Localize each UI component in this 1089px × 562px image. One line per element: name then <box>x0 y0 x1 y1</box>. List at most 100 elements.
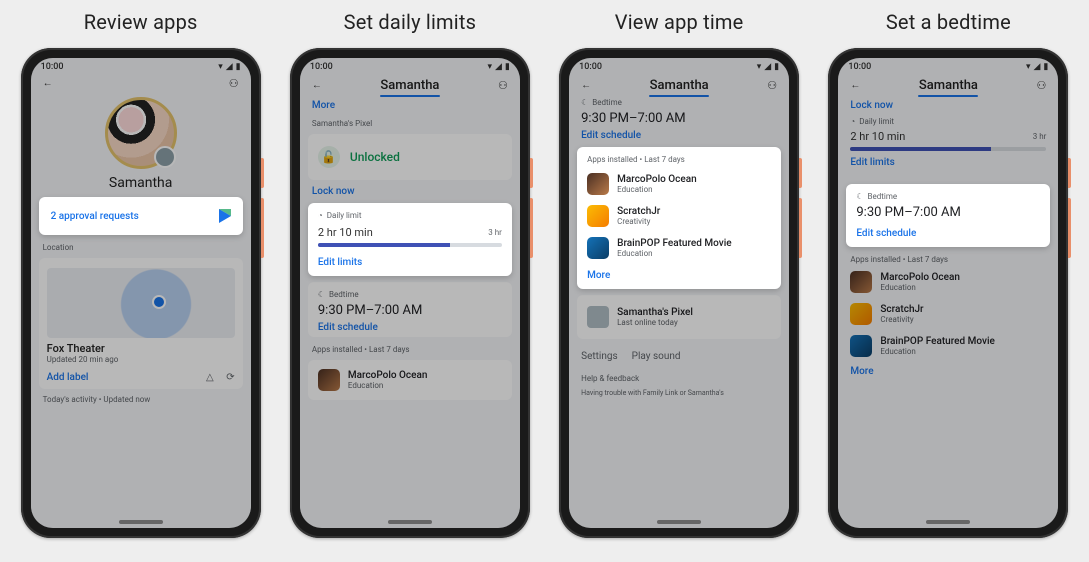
apps-installed-label: Apps installed • Last 7 days <box>312 345 508 354</box>
volume-button[interactable] <box>799 198 802 258</box>
person-add-icon[interactable]: ⚇ <box>767 80 777 91</box>
play-sound-link[interactable]: Play sound <box>632 351 681 362</box>
approval-requests-card[interactable]: 2 approval requests <box>39 197 243 235</box>
edit-limits-link[interactable]: Edit limits <box>850 157 1046 168</box>
app-category: Education <box>617 185 697 194</box>
status-bar: 10:00 ▾◢▮ <box>569 58 789 72</box>
battery-icon: ▮ <box>236 62 241 72</box>
bedtime-card[interactable]: ☾Bedtime 9:30 PM–7:00 AM Edit schedule <box>846 184 1050 247</box>
power-button[interactable] <box>530 158 533 188</box>
col-title: View app time <box>615 10 744 34</box>
app-name: BrainPOP Featured Movie <box>880 336 995 347</box>
status-time: 10:00 <box>310 62 333 72</box>
screen: 10:00 ▾◢▮ ← Samantha ⚇ More Samantha's P… <box>300 58 520 528</box>
app-item-marco[interactable]: MarcoPolo OceanEducation <box>587 168 771 200</box>
volume-button[interactable] <box>530 198 533 258</box>
edit-schedule-link[interactable]: Edit schedule <box>856 228 1040 239</box>
bedtime-card[interactable]: ☾Bedtime 9:30 PM–7:00 AM Edit schedule <box>308 282 512 337</box>
app-item-scratchjr[interactable]: ScratchJrCreativity <box>587 200 771 232</box>
child-avatar[interactable] <box>105 97 177 169</box>
back-icon[interactable]: ← <box>850 81 860 91</box>
home-indicator[interactable] <box>119 520 163 524</box>
appbar-title: Samantha <box>650 78 709 93</box>
app-item-brainpop[interactable]: BrainPOP Featured MovieEducation <box>587 232 771 264</box>
power-button[interactable] <box>261 158 264 188</box>
map-preview[interactable] <box>47 268 235 338</box>
home-indicator[interactable] <box>657 520 701 524</box>
location-card[interactable]: Fox Theater Updated 20 min ago Add label… <box>39 258 243 389</box>
lock-now-link[interactable]: Lock now <box>312 186 508 197</box>
lock-now-link[interactable]: Lock now <box>850 100 1046 111</box>
daily-limit-label: ◔Daily limit <box>850 117 1046 126</box>
location-label: Location <box>43 243 239 252</box>
refresh-icon[interactable]: ⟳ <box>226 373 234 383</box>
person-add-icon[interactable]: ⚇ <box>1036 80 1046 91</box>
device-card[interactable]: 🔓 Unlocked <box>308 134 512 180</box>
app-name: MarcoPolo Ocean <box>880 272 960 283</box>
column-view-app-time: View app time 10:00 ▾◢▮ ← Samantha ⚇ ☾Be… <box>554 10 804 538</box>
status-time: 10:00 <box>848 62 871 72</box>
device-status-card[interactable]: Samantha's PixelLast online today <box>577 295 781 339</box>
limit-max: 3 hr <box>488 228 502 237</box>
power-button[interactable] <box>799 158 802 188</box>
power-button[interactable] <box>1068 158 1071 188</box>
signal-icon: ◢ <box>226 62 233 72</box>
daily-limit-card[interactable]: ◔Daily limit 2 hr 10 min 3 hr Edit limit… <box>308 203 512 276</box>
bedtime-value: 9:30 PM–7:00 AM <box>581 111 777 126</box>
bedtime-label: ☾Bedtime <box>581 98 777 107</box>
app-icon <box>318 369 340 391</box>
more-link[interactable]: More <box>850 366 1046 377</box>
app-icon <box>587 173 609 195</box>
status-icons: ▾◢▮ <box>1023 62 1048 72</box>
tab-indicator <box>300 95 520 98</box>
add-label-link[interactable]: Add label <box>47 372 89 383</box>
edit-schedule-link[interactable]: Edit schedule <box>318 322 502 333</box>
bell-icon[interactable]: △ <box>206 373 214 383</box>
home-indicator[interactable] <box>926 520 970 524</box>
moon-icon: ☾ <box>581 98 588 107</box>
app-icon <box>850 271 872 293</box>
volume-button[interactable] <box>261 198 264 258</box>
edit-limits-link[interactable]: Edit limits <box>318 257 502 268</box>
col-title: Set a bedtime <box>886 10 1011 34</box>
home-indicator[interactable] <box>388 520 432 524</box>
back-icon[interactable]: ← <box>312 81 322 91</box>
app-item-marco[interactable]: MarcoPolo OceanEducation <box>850 266 1046 298</box>
col-title: Set daily limits <box>344 10 477 34</box>
phone-frame: 10:00 ▾◢▮ ← Samantha ⚇ Lock now ◔Daily l… <box>828 48 1068 538</box>
status-time: 10:00 <box>41 62 64 72</box>
column-daily-limits: Set daily limits 10:00 ▾◢▮ ← Samantha ⚇ … <box>285 10 535 538</box>
limit-value: 2 hr 10 min <box>850 130 905 143</box>
phone-frame: 10:00 ▾◢▮ ← ⚇ Samantha 2 approval reques… <box>21 48 261 538</box>
status-icons: ▾◢▮ <box>215 62 240 72</box>
apps-installed-label: Apps installed • Last 7 days <box>850 255 1046 264</box>
settings-link[interactable]: Settings <box>581 351 618 362</box>
last-online: Last online today <box>617 318 693 327</box>
unlock-icon: 🔓 <box>318 146 340 168</box>
more-link[interactable]: More <box>312 100 508 111</box>
column-review-apps: Review apps 10:00 ▾◢▮ ← ⚇ Samantha 2 app… <box>16 10 266 538</box>
activity-footer: Today's activity • Updated now <box>43 395 239 404</box>
location-actions: △ ⟳ <box>206 372 235 383</box>
app-icon <box>587 205 609 227</box>
status-bar: 10:00 ▾◢▮ <box>300 58 520 72</box>
app-category: Creativity <box>880 315 923 324</box>
person-add-icon[interactable]: ⚇ <box>498 80 508 91</box>
edit-schedule-link[interactable]: Edit schedule <box>581 130 777 141</box>
person-add-icon[interactable]: ⚇ <box>229 78 239 89</box>
app-item-brainpop[interactable]: BrainPOP Featured MovieEducation <box>850 330 1046 362</box>
back-icon[interactable]: ← <box>43 79 53 89</box>
play-store-icon <box>219 209 231 223</box>
app-bar: ← Samantha ⚇ <box>838 72 1058 95</box>
volume-button[interactable] <box>1068 198 1071 258</box>
app-bar: ← ⚇ <box>31 72 251 91</box>
more-link[interactable]: More <box>587 270 771 281</box>
app-item-scratchjr[interactable]: ScratchJrCreativity <box>850 298 1046 330</box>
app-item-marco[interactable]: MarcoPolo Ocean Education <box>318 364 502 396</box>
app-category: Education <box>880 283 960 292</box>
back-icon[interactable]: ← <box>581 81 591 91</box>
app-name: BrainPOP Featured Movie <box>617 238 732 249</box>
help-label: Help & feedback <box>581 374 777 383</box>
limit-progress <box>850 147 1046 151</box>
app-category: Education <box>880 347 995 356</box>
